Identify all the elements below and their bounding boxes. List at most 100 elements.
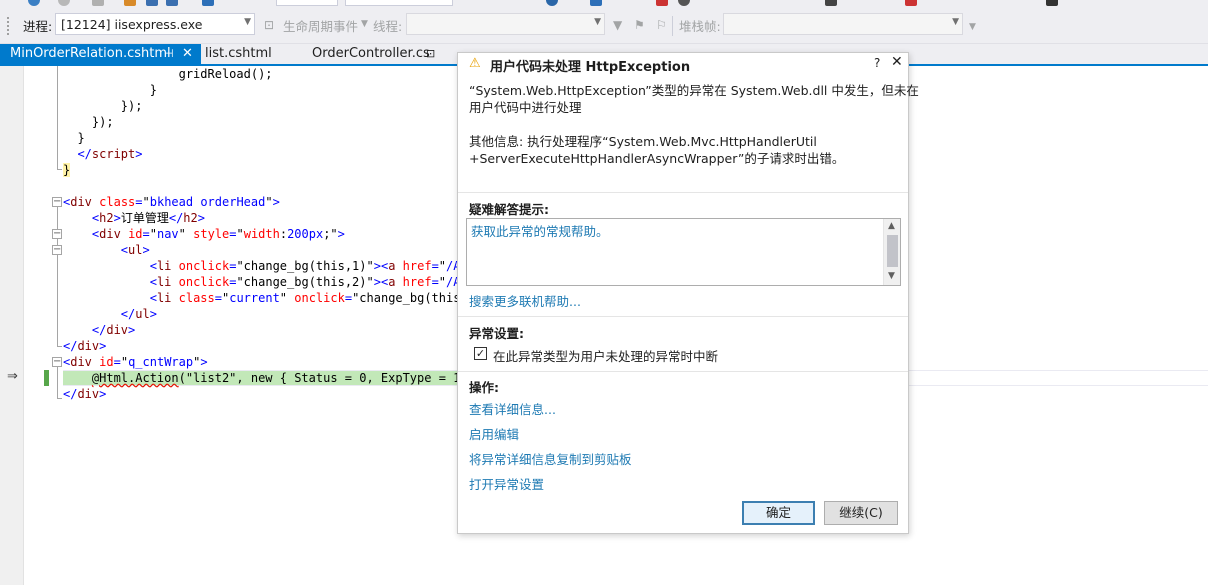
toolbar-button-partial[interactable] [58, 0, 70, 6]
code-line[interactable]: </div> [63, 386, 106, 402]
code-token: = [113, 355, 121, 369]
open-exception-settings-link[interactable]: 打开异常设置 [469, 474, 544, 493]
tab-list[interactable]: list.cshtml [205, 44, 272, 64]
close-icon[interactable]: ✕ [182, 44, 193, 64]
code-line[interactable]: <div id="nav" style="width:200px;"> [63, 226, 345, 242]
code-line[interactable]: <div id="q_cntWrap"> [63, 354, 208, 370]
lifecycle-events-dropdown[interactable]: 生命周期事件 [283, 16, 358, 35]
collapse-toggle[interactable]: − [52, 245, 62, 255]
code-line[interactable]: }); [63, 98, 143, 114]
search-online-help-link[interactable]: 搜索更多联机帮助... [469, 291, 581, 310]
toolbar-button-partial[interactable] [656, 0, 668, 6]
toolbar-button-partial[interactable] [678, 0, 690, 6]
code-token: " [366, 275, 374, 289]
code-line[interactable]: <li onclick="change_bg(this,2)"><a href=… [63, 274, 475, 290]
toolbar-button-partial[interactable] [124, 0, 136, 6]
code-line[interactable]: } [63, 162, 71, 178]
code-token: bkhead orderHead [149, 195, 266, 209]
toolbar-button-partial[interactable] [590, 0, 602, 6]
tab-minorderrelation[interactable]: MinOrderRelation.cshtml ⊣ ✕ [0, 44, 201, 64]
pin-icon[interactable]: ⊣ [164, 44, 174, 64]
toolbar-button-partial[interactable] [28, 0, 40, 6]
code-token: = [431, 259, 439, 273]
continue-button[interactable]: 继续(C) [824, 501, 898, 525]
help-button[interactable]: ? [874, 56, 880, 70]
code-line[interactable]: </script> [63, 146, 142, 162]
code-token: div [70, 355, 92, 369]
copy-details-link[interactable]: 将异常详细信息复制到剪贴板 [469, 449, 632, 468]
code-line[interactable]: <li onclick="change_bg(this,1)"><a href=… [63, 258, 475, 274]
code-line[interactable]: <li class="current" onclick="change_bg(t… [63, 290, 475, 306]
code-token: </ [120, 307, 136, 321]
tab-ordercontroller[interactable]: OrderController.cs ⊡ [312, 44, 452, 64]
chevron-down-icon: ▼ [594, 17, 601, 27]
chevron-down-icon: ▼ [952, 17, 959, 27]
code-line[interactable]: </div> [63, 338, 106, 354]
code-token: div [70, 195, 92, 209]
collapse-toggle[interactable]: − [52, 357, 62, 367]
toolbar-button-partial[interactable] [92, 0, 104, 6]
enable-editing-link[interactable]: 启用编辑 [469, 424, 519, 443]
view-details-link[interactable]: 查看详细信息... [469, 399, 556, 418]
collapse-toggle[interactable]: − [52, 197, 62, 207]
toolbar-grip[interactable] [6, 16, 10, 36]
toolbar-button-partial[interactable] [166, 0, 178, 6]
scroll-thumb[interactable] [887, 235, 898, 267]
toolbar-button-partial[interactable] [1046, 0, 1058, 6]
code-line[interactable]: </ul> [63, 306, 157, 322]
code-line[interactable]: <ul> [63, 242, 150, 258]
code-line[interactable]: <h2>订单管理</h2> [63, 210, 205, 226]
code-line[interactable]: <div class="bkhead orderHead"> [63, 194, 280, 210]
section-divider [458, 192, 908, 193]
troubleshooting-tips-list[interactable]: 获取此异常的常规帮助。 ▲ ▼ [466, 218, 901, 286]
close-button[interactable]: ✕ [891, 54, 903, 70]
scrollbar[interactable]: ▲ ▼ [883, 219, 900, 285]
code-token: nav [156, 227, 179, 241]
code-token: q_cntWrap [128, 355, 194, 369]
scroll-up-icon[interactable]: ▲ [888, 221, 895, 231]
platform-combo-partial[interactable] [345, 0, 453, 6]
break-on-exception-checkbox[interactable]: ✓ [474, 347, 487, 360]
additional-info-line: +ServerExecuteHttpHandlerAsyncWrapper”的子… [469, 151, 845, 166]
code-line[interactable]: @Html.Action("list2", new { Status = 0, … [63, 370, 475, 386]
code-token: < [149, 291, 157, 305]
code-token: } [63, 131, 85, 145]
collapse-toggle[interactable]: − [52, 229, 62, 239]
thread-select[interactable]: ▼ [406, 13, 605, 35]
flag-icon[interactable]: ⚐ [656, 18, 667, 32]
chevron-down-icon: ▼ [361, 19, 368, 29]
code-token: > [337, 227, 345, 241]
exception-message-line: “System.Web.HttpException”类型的异常在 System.… [469, 83, 919, 98]
code-line[interactable]: } [63, 82, 157, 98]
code-token: " [120, 355, 129, 369]
toolbar-options-icon[interactable]: ▼ [969, 22, 976, 32]
toolbar-button-partial[interactable] [546, 0, 558, 6]
code-token: > [200, 355, 208, 369]
code-token: div [106, 323, 129, 337]
flag-thread-icon[interactable]: ⚑ [634, 18, 645, 32]
toolbar-button-partial[interactable] [905, 0, 917, 6]
code-line[interactable]: }); [63, 114, 114, 130]
code-line[interactable]: } [63, 130, 85, 146]
break-on-exception-label[interactable]: 在此异常类型为用户未处理的异常时中断 [493, 346, 718, 365]
filter-icon[interactable]: ▼ [613, 18, 622, 32]
code-token: id [128, 227, 143, 241]
tip-link[interactable]: 获取此异常的常规帮助。 [471, 221, 609, 240]
pin-icon[interactable]: ⊡ [426, 44, 435, 64]
code-line[interactable]: </div> [63, 322, 135, 338]
code-token: h2 [99, 211, 114, 225]
config-combo-partial[interactable] [276, 0, 338, 6]
indicator-margin[interactable]: ⇒ [0, 66, 24, 585]
scroll-down-icon[interactable]: ▼ [888, 271, 895, 281]
process-select[interactable]: [12124] iisexpress.exe ▼ [55, 13, 255, 35]
stackframe-select[interactable]: ▼ [723, 13, 963, 35]
toolbar-button-partial[interactable] [825, 0, 837, 6]
toolbar-button-partial[interactable] [202, 0, 214, 6]
code-line[interactable]: gridReload(); [63, 66, 273, 82]
toolbar-button-partial[interactable] [146, 0, 158, 6]
ok-button[interactable]: 确定 [742, 501, 815, 525]
code-token: " [142, 195, 150, 209]
